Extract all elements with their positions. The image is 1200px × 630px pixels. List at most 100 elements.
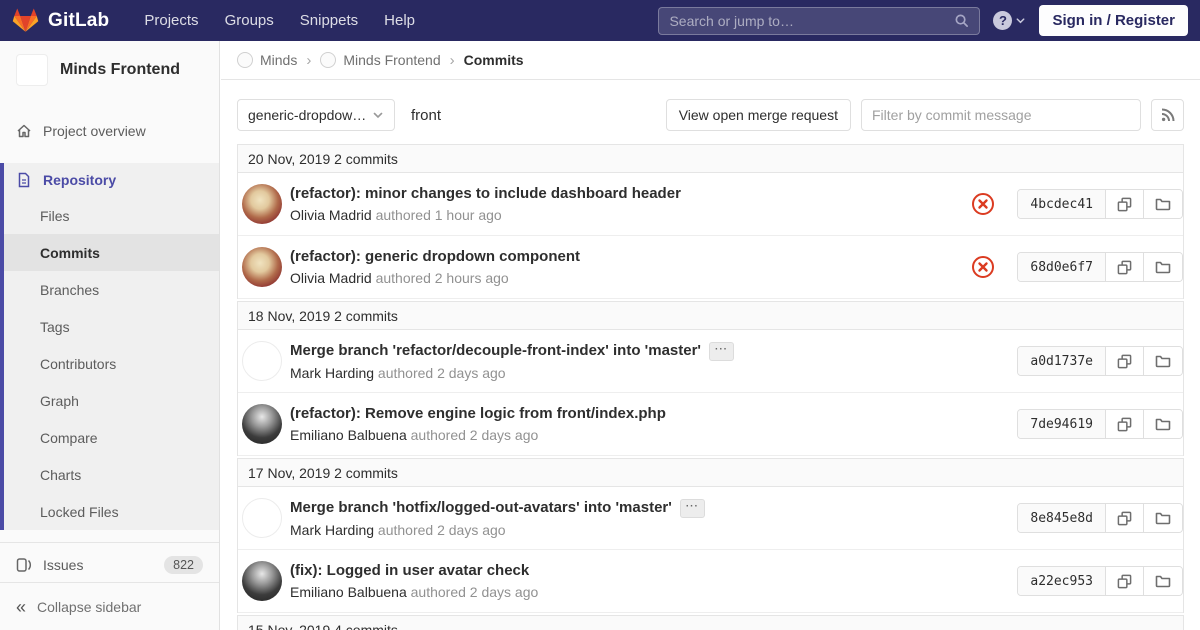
collapse-sidebar-button[interactable]: « Collapse sidebar <box>0 582 219 630</box>
nav-menu: Projects Groups Snippets Help <box>131 0 428 41</box>
browse-files-button[interactable] <box>1144 253 1182 281</box>
sidebar-item-commits[interactable]: Commits <box>4 234 219 271</box>
commit-authored-time: authored 2 days ago <box>410 584 539 601</box>
copy-icon <box>1117 197 1132 211</box>
navbar-right: ? Sign in / Register <box>658 5 1188 36</box>
commit-sha-group: 68d0e6f7 <box>1017 252 1183 282</box>
pipeline-failed-icon[interactable] <box>971 255 995 279</box>
commit-title-link[interactable]: (fix): Logged in user avatar check <box>290 562 1001 581</box>
commit-actions: 8e845e8d <box>1017 503 1183 533</box>
sub-item-label: Files <box>40 207 70 224</box>
pipeline-failed-icon[interactable] <box>971 192 995 216</box>
sidebar-item-project-overview[interactable]: Project overview <box>0 113 219 149</box>
sign-in-register-button[interactable]: Sign in / Register <box>1039 5 1188 36</box>
commit-date-header: 18 Nov, 2019 2 commits <box>238 301 1183 330</box>
breadcrumb-item-minds[interactable]: Minds <box>237 52 297 68</box>
commit-sha-link[interactable]: a22ec953 <box>1018 567 1106 595</box>
avatar[interactable] <box>242 404 282 444</box>
commit-author-link[interactable]: Emiliano Balbuena <box>290 427 407 443</box>
commit-sha-link[interactable]: 4bcdec41 <box>1018 190 1106 218</box>
project-context[interactable]: Minds Frontend <box>0 41 219 99</box>
commit-authored-time: authored 2 days ago <box>377 364 506 381</box>
browse-files-button[interactable] <box>1144 347 1182 375</box>
gitlab-logo-icon <box>12 7 39 34</box>
commit-title-link[interactable]: (refactor): generic dropdown component <box>290 248 955 267</box>
breadcrumb-current-page: Commits <box>463 52 524 68</box>
sidebar-item-compare[interactable]: Compare <box>4 419 219 456</box>
breadcrumb: Minds › Minds Frontend › Commits <box>221 41 1200 80</box>
branch-name: generic-dropdow… <box>248 107 367 123</box>
search-input[interactable] <box>669 12 955 29</box>
avatar[interactable] <box>242 498 282 538</box>
global-search[interactable] <box>658 6 981 35</box>
sidebar-item-label: Project overview <box>43 123 146 139</box>
commit-title-link[interactable]: (refactor): minor changes to include das… <box>290 185 955 204</box>
avatar[interactable] <box>242 247 282 287</box>
commit-title-link[interactable]: (refactor): Remove engine logic from fro… <box>290 405 1001 424</box>
folder-icon <box>1155 575 1171 588</box>
copy-sha-button[interactable] <box>1106 504 1144 532</box>
browse-files-button[interactable] <box>1144 504 1182 532</box>
sidebar-item-graph[interactable]: Graph <box>4 382 219 419</box>
avatar[interactable] <box>242 341 282 381</box>
commit-row: (refactor): Remove engine logic from fro… <box>238 393 1183 456</box>
sidebar-item-files[interactable]: Files <box>4 197 219 234</box>
commit-sha-link[interactable]: a0d1737e <box>1018 347 1106 375</box>
rss-icon <box>1160 107 1176 123</box>
breadcrumb-separator-icon: › <box>449 51 455 69</box>
sidebar-item-issues[interactable]: Issues 822 <box>0 542 219 586</box>
commits-feed-button[interactable] <box>1151 99 1184 131</box>
nav-item-projects[interactable]: Projects <box>131 0 211 41</box>
expand-commit-description-button[interactable]: ··· <box>709 341 734 361</box>
sidebar-item-contributors[interactable]: Contributors <box>4 345 219 382</box>
commit-info: Merge branch 'hotfix/logged-out-avatars'… <box>290 498 1001 538</box>
expand-commit-description-button[interactable]: ··· <box>679 498 705 518</box>
commit-author-link[interactable]: Mark Harding <box>290 522 374 538</box>
help-menu[interactable]: ? <box>993 11 1026 30</box>
nav-item-snippets[interactable]: Snippets <box>287 0 371 41</box>
sub-item-label: Contributors <box>40 355 117 372</box>
copy-sha-button[interactable] <box>1106 253 1144 281</box>
commit-sha-link[interactable]: 7de94619 <box>1018 410 1106 438</box>
browse-files-button[interactable] <box>1144 190 1182 218</box>
copy-sha-button[interactable] <box>1106 190 1144 218</box>
copy-sha-button[interactable] <box>1106 347 1144 375</box>
commit-author-link[interactable]: Olivia Madrid <box>290 270 372 286</box>
avatar[interactable] <box>242 561 282 601</box>
commit-title-link[interactable]: Merge branch 'refactor/decouple-front-in… <box>290 341 1001 361</box>
commit-sha-link[interactable]: 68d0e6f7 <box>1018 253 1106 281</box>
commit-row: Merge branch 'refactor/decouple-front-in… <box>238 330 1183 393</box>
copy-sha-button[interactable] <box>1106 410 1144 438</box>
commit-title-link[interactable]: Merge branch 'hotfix/logged-out-avatars'… <box>290 498 1001 518</box>
ref-path-label: front <box>411 106 442 124</box>
sub-item-label: Commits <box>40 244 100 261</box>
sidebar-item-locked-files[interactable]: Locked Files <box>4 493 219 530</box>
branch-selector-dropdown[interactable]: generic-dropdow… <box>237 99 395 131</box>
copy-sha-button[interactable] <box>1106 567 1144 595</box>
sidebar-item-branches[interactable]: Branches <box>4 271 219 308</box>
sidebar-item-charts[interactable]: Charts <box>4 456 219 493</box>
nav-item-help[interactable]: Help <box>371 0 428 41</box>
commit-author-link[interactable]: Mark Harding <box>290 365 374 381</box>
sidebar-item-repository[interactable]: Repository <box>4 163 219 197</box>
commit-author-link[interactable]: Olivia Madrid <box>290 207 372 223</box>
gitlab-home-link[interactable]: GitLab <box>12 7 109 34</box>
commit-actions: 68d0e6f7 <box>971 252 1183 282</box>
nav-item-groups[interactable]: Groups <box>212 0 287 41</box>
filter-commit-message-input[interactable] <box>861 99 1141 131</box>
breadcrumb-item-minds-frontend[interactable]: Minds Frontend <box>320 52 441 68</box>
browse-files-button[interactable] <box>1144 567 1182 595</box>
commit-author-link[interactable]: Emiliano Balbuena <box>290 584 407 600</box>
copy-icon <box>1117 417 1132 431</box>
avatar[interactable] <box>242 184 282 224</box>
view-open-merge-request-button[interactable]: View open merge request <box>665 99 851 131</box>
sidebar-item-tags[interactable]: Tags <box>4 308 219 345</box>
browse-files-button[interactable] <box>1144 410 1182 438</box>
collapse-icon: « <box>16 596 27 617</box>
commit-sha-group: 4bcdec41 <box>1017 189 1183 219</box>
commit-sha-link[interactable]: 8e845e8d <box>1018 504 1106 532</box>
breadcrumb-label: Minds Frontend <box>343 52 441 68</box>
breadcrumb-label: Minds <box>260 52 298 68</box>
project-name: Minds Frontend <box>60 61 180 78</box>
commit-actions: a22ec953 <box>1017 566 1183 596</box>
